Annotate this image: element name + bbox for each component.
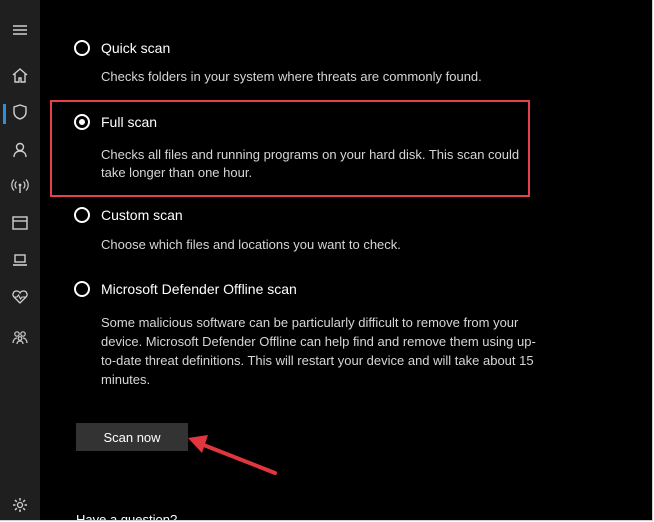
window-icon	[11, 214, 29, 237]
radio-full-scan[interactable]	[74, 114, 90, 130]
nav-app-browser-control[interactable]	[0, 207, 40, 243]
nav-firewall[interactable]	[0, 170, 40, 206]
nav-device-security[interactable]	[0, 244, 40, 280]
nav-home[interactable]	[0, 59, 40, 95]
wireless-icon	[11, 177, 29, 200]
full-scan-label: Full scan	[101, 114, 158, 130]
radio-quick-scan[interactable]	[74, 40, 90, 56]
nav-virus-protection[interactable]	[0, 96, 40, 132]
nav-account-protection[interactable]	[0, 134, 40, 170]
shield-icon	[11, 103, 29, 126]
nav-device-performance[interactable]	[0, 281, 40, 317]
quick-scan-description: Checks folders in your system where thre…	[101, 69, 482, 84]
gear-icon	[11, 496, 29, 519]
menu-button[interactable]	[0, 14, 40, 50]
offline-scan-label: Microsoft Defender Offline scan	[101, 281, 297, 297]
nav-settings[interactable]	[0, 489, 40, 520]
option-offline-scan[interactable]: Microsoft Defender Offline scan Some mal…	[74, 279, 537, 389]
custom-scan-label: Custom scan	[101, 207, 183, 223]
offline-scan-description: Some malicious software can be particula…	[101, 315, 536, 387]
defender-window: Quick scan Checks folders in your system…	[0, 0, 653, 521]
annotation-arrow-icon	[188, 435, 277, 475]
nav-family-options[interactable]	[0, 321, 40, 357]
menu-icon	[11, 21, 29, 44]
radio-custom-scan[interactable]	[74, 207, 90, 223]
laptop-icon	[11, 251, 29, 274]
home-icon	[11, 66, 29, 89]
full-scan-description: Checks all files and running programs on…	[101, 147, 520, 180]
quick-scan-label: Quick scan	[101, 40, 171, 56]
heart-icon	[11, 288, 29, 311]
scan-options-panel: Quick scan Checks folders in your system…	[40, 0, 652, 520]
scan-now-button[interactable]: Scan now	[76, 423, 188, 451]
option-custom-scan[interactable]: Custom scan Choose which files and locat…	[74, 205, 541, 254]
family-icon	[11, 328, 29, 351]
radio-offline-scan[interactable]	[74, 281, 90, 297]
option-full-scan[interactable]: Full scan Checks all files and running p…	[74, 112, 541, 182]
have-question-text: Have a question?	[76, 512, 178, 521]
option-quick-scan[interactable]: Quick scan Checks folders in your system…	[74, 38, 541, 86]
custom-scan-description: Choose which files and locations you wan…	[101, 237, 401, 252]
person-icon	[11, 141, 29, 164]
sidebar	[0, 0, 40, 520]
